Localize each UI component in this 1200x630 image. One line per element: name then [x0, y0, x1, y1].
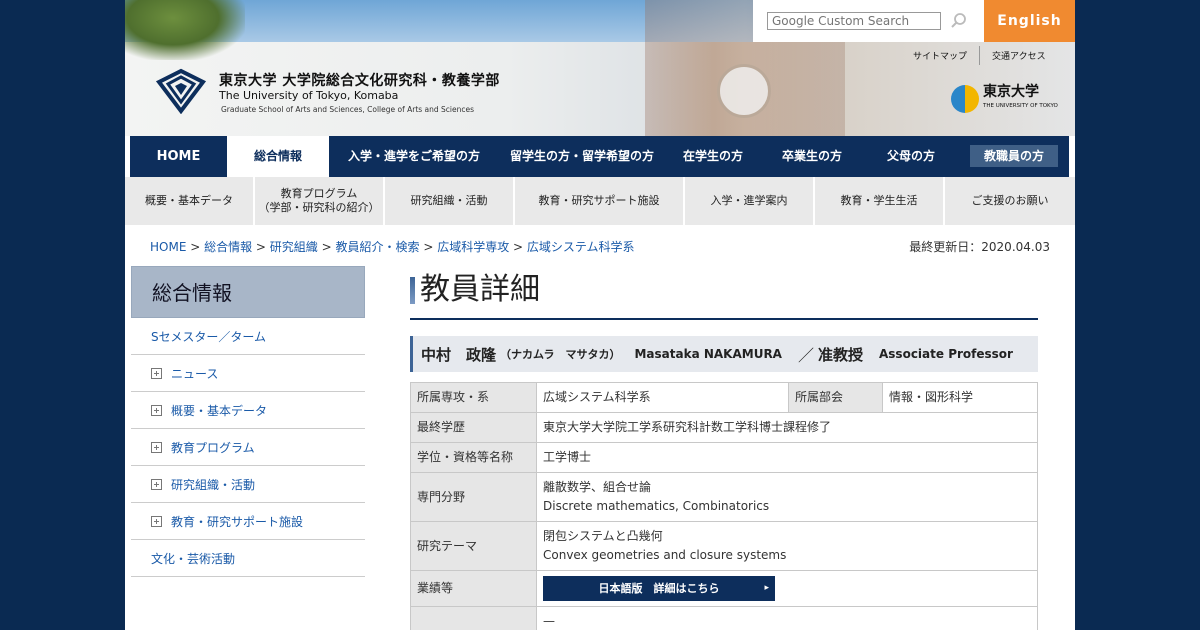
dept-value: 広域システム科学系 — [536, 382, 789, 413]
english-button[interactable]: English — [984, 0, 1075, 42]
sidebar-item-news[interactable]: ニュース — [131, 355, 365, 392]
snav-education-program[interactable]: 教育プログラム （学部・研究科の紹介） — [255, 177, 385, 225]
sub-nav: 概要・基本データ 教育プログラム （学部・研究科の紹介） 研究組織・活動 教育・… — [125, 177, 1075, 225]
search-icon[interactable] — [950, 12, 968, 30]
gnav-international[interactable]: 留学生の方・留学希望の方 — [499, 136, 665, 177]
expand-icon[interactable] — [151, 515, 162, 527]
table-row: 学位・資格等名称 工学博士 — [410, 442, 1038, 473]
works-value: 日本語版 詳細はこちら — [536, 570, 1038, 607]
expand-icon[interactable] — [151, 478, 162, 490]
search-input[interactable] — [767, 12, 941, 30]
gnav-home[interactable]: HOME — [130, 136, 227, 177]
sidebar: 総合情報 Sセメスター／ターム ニュース 概要・基本データ 教育プログラム 研究… — [131, 266, 365, 577]
person-title: 准教授 — [817, 345, 863, 364]
section-value: 情報・図形科学 — [882, 382, 1038, 413]
breadcrumb-general-info[interactable]: 総合情報 — [204, 240, 252, 254]
ginkgo-icon — [951, 85, 979, 113]
person-separator: ／ — [797, 346, 814, 365]
snav-student-life[interactable]: 教育・学生生活 — [815, 177, 945, 225]
global-nav: HOME 総合情報 入学・進学をご希望の方 留学生の方・留学希望の方 在学生の方… — [130, 136, 1069, 177]
snav-support-facilities[interactable]: 教育・研究サポート施設 — [515, 177, 685, 225]
gnav-faculty-staff-label: 教職員の方 — [969, 145, 1058, 167]
last-updated: 最終更新日：2020.04.03 — [909, 240, 1050, 254]
univ-subtitle: Graduate School of Arts and Sciences, Co… — [221, 105, 475, 114]
extra-label — [410, 606, 537, 630]
table-row: 最終学歴 東京大学大学院工学系研究科計数工学科博士課程修了 — [410, 412, 1038, 443]
breadcrumb: HOME > 総合情報 > 研究組織 > 教員紹介・検索 > 広域科学専攻 > … — [150, 240, 635, 254]
field-value-jp: 離散数学、組合せ論 — [543, 480, 652, 494]
faculty-info-table: 所属専攻・系 広域システム科学系 所属部会 情報・図形科学 最終学歴 東京大学大… — [410, 382, 1038, 630]
snav-donation[interactable]: ご支援のお願い — [945, 177, 1075, 225]
gnav-parents[interactable]: 父母の方 — [863, 136, 959, 177]
section-label: 所属部会 — [788, 382, 883, 413]
sidebar-item-overview[interactable]: 概要・基本データ — [131, 392, 365, 429]
degree-value: 工学博士 — [536, 442, 1038, 473]
search-area — [753, 0, 984, 42]
page-title: 教員詳細 — [410, 266, 1038, 320]
utokyo-logo-en: THE UNIVERSITY OF TOKYO — [983, 103, 1058, 109]
edu-label: 最終学歴 — [410, 412, 537, 443]
sidebar-item-culture[interactable]: 文化・芸術活動 — [131, 540, 365, 577]
dept-label: 所属専攻・系 — [410, 382, 537, 413]
breadcrumb-division[interactable]: 広域システム科学系 — [527, 240, 635, 254]
snav-admission[interactable]: 入学・進学案内 — [685, 177, 815, 225]
utokyo-logo-jp: 東京大学 — [983, 84, 1039, 100]
expand-icon[interactable] — [151, 367, 162, 379]
sidebar-item-research[interactable]: 研究組織・活動 — [131, 466, 365, 503]
gnav-general-info[interactable]: 総合情報 — [227, 136, 329, 177]
breadcrumb-home[interactable]: HOME — [150, 240, 186, 254]
gnav-current-students[interactable]: 在学生の方 — [665, 136, 761, 177]
works-label: 業績等 — [410, 570, 537, 607]
theme-value-en: Convex geometries and closure systems — [543, 548, 787, 562]
sidebar-item-education[interactable]: 教育プログラム — [131, 429, 365, 466]
page: 東京大学 大学院総合文化研究科・教養学部 The University of T… — [125, 0, 1075, 630]
field-value: 離散数学、組合せ論 Discrete mathematics, Combinat… — [536, 472, 1038, 522]
header-photo-trees — [125, 0, 245, 60]
komaba-logo-icon[interactable] — [155, 68, 207, 114]
gnav-alumni[interactable]: 卒業生の方 — [761, 136, 863, 177]
utility-links: サイトマップ 交通アクセス — [901, 46, 1058, 65]
access-link[interactable]: 交通アクセス — [979, 46, 1058, 65]
table-row: 研究テーマ 閉包システムと凸幾何 Convex geometries and c… — [410, 521, 1038, 571]
main-content: 教員詳細 中村 政隆 （ナカムラ マサタカ） Masataka NAKAMURA… — [410, 266, 1038, 630]
breadcrumb-research-org[interactable]: 研究組織 — [270, 240, 318, 254]
person-name-en: Masataka NAKAMURA — [634, 347, 782, 361]
sidebar-item-semester[interactable]: Sセメスター／ターム — [131, 318, 365, 355]
clock-icon — [717, 64, 771, 118]
snav-overview[interactable]: 概要・基本データ — [125, 177, 255, 225]
table-row: — — [410, 606, 1038, 630]
univ-name-en[interactable]: The University of Tokyo, Komaba — [219, 89, 398, 102]
breadcrumb-faculty-search[interactable]: 教員紹介・検索 — [336, 240, 420, 254]
extra-value: — — [536, 606, 1038, 630]
details-button[interactable]: 日本語版 詳細はこちら — [543, 576, 775, 601]
person-title-en: Associate Professor — [879, 347, 1013, 361]
snav-research[interactable]: 研究組織・活動 — [385, 177, 515, 225]
edu-value: 東京大学大学院工学系研究科計数工学科博士課程修了 — [536, 412, 1038, 443]
sidebar-heading[interactable]: 総合情報 — [131, 266, 365, 318]
univ-name-jp[interactable]: 東京大学 大学院総合文化研究科・教養学部 — [219, 70, 500, 90]
breadcrumb-major[interactable]: 広域科学専攻 — [437, 240, 509, 254]
theme-value: 閉包システムと凸幾何 Convex geometries and closure… — [536, 521, 1038, 571]
gnav-faculty-staff[interactable]: 教職員の方 — [959, 136, 1069, 177]
person-name: 中村 政隆 — [421, 345, 497, 364]
table-row: 専門分野 離散数学、組合せ論 Discrete mathematics, Com… — [410, 472, 1038, 522]
field-value-en: Discrete mathematics, Combinatorics — [543, 499, 770, 513]
table-row: 業績等 日本語版 詳細はこちら — [410, 570, 1038, 607]
person-kana: （ナカムラ マサタカ） — [500, 348, 621, 361]
table-row: 所属専攻・系 広域システム科学系 所属部会 情報・図形科学 — [410, 382, 1038, 413]
field-label: 専門分野 — [410, 472, 537, 522]
sitemap-link[interactable]: サイトマップ — [901, 46, 979, 65]
utokyo-logo[interactable]: 東京大学 THE UNIVERSITY OF TOKYO — [951, 82, 1063, 116]
expand-icon[interactable] — [151, 404, 162, 416]
expand-icon[interactable] — [151, 441, 162, 453]
degree-label: 学位・資格等名称 — [410, 442, 537, 473]
gnav-prospective[interactable]: 入学・進学をご希望の方 — [329, 136, 499, 177]
theme-label: 研究テーマ — [410, 521, 537, 571]
person-header: 中村 政隆 （ナカムラ マサタカ） Masataka NAKAMURA ／ 准教… — [410, 336, 1038, 372]
site-header: 東京大学 大学院総合文化研究科・教養学部 The University of T… — [125, 0, 1075, 136]
theme-value-jp: 閉包システムと凸幾何 — [543, 529, 663, 543]
sidebar-item-facilities[interactable]: 教育・研究サポート施設 — [131, 503, 365, 540]
